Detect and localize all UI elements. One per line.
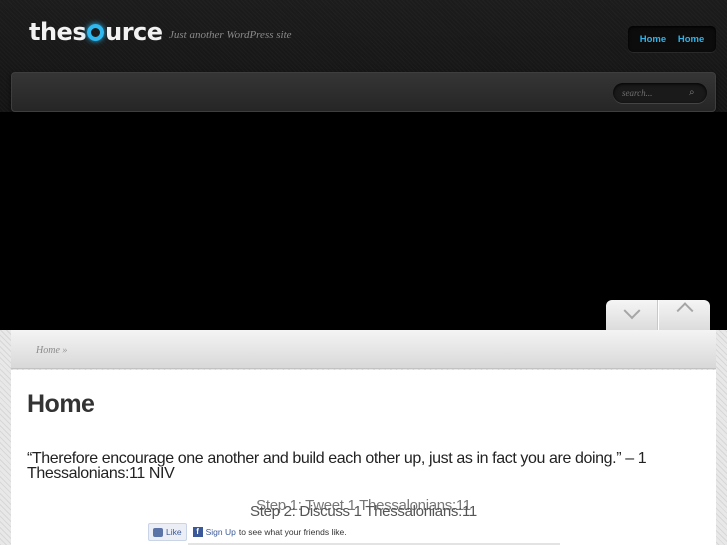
facebook-like-button[interactable]: Like — [148, 523, 187, 541]
search-box: ⌕ — [613, 83, 707, 103]
facebook-like-widget: Like f Sign Up to see what your friends … — [148, 521, 560, 543]
logo-o-ring-icon — [87, 24, 105, 41]
facebook-icon: f — [192, 527, 203, 537]
main-content: Home “Therefore encourage one another an… — [11, 370, 716, 545]
facebook-signup-link[interactable]: Sign Up — [206, 527, 236, 537]
logo-text-end: urce — [105, 18, 163, 46]
page-title: Home — [27, 390, 95, 418]
slider-up-button[interactable] — [658, 300, 710, 330]
site-logo[interactable]: thes urce — [29, 18, 163, 46]
like-label: Like — [166, 527, 182, 537]
breadcrumb-bar: Home » — [11, 330, 716, 369]
site-header: thes urce Just another WordPress site Hom… — [0, 0, 727, 112]
nav-item-home-2[interactable]: Home — [678, 34, 704, 45]
chevron-down-icon — [623, 302, 640, 320]
slider-controls — [606, 300, 710, 330]
search-icon[interactable]: ⌕ — [689, 87, 701, 99]
secondary-toolbar: ⌕ — [11, 72, 716, 112]
slider-down-button[interactable] — [606, 300, 658, 330]
step-2-text: Step 2: Discuss 1 Thessalonians:11 — [250, 503, 477, 520]
search-input[interactable] — [613, 84, 689, 102]
logo-text-start: thes — [29, 18, 87, 46]
thumbs-up-icon — [153, 527, 163, 537]
site-tagline: Just another WordPress site — [169, 29, 292, 41]
breadcrumb[interactable]: Home » — [36, 345, 67, 356]
featured-slider — [0, 112, 727, 330]
main-nav: Home Home — [628, 26, 716, 52]
scripture-quote: “Therefore encourage one another and bui… — [27, 450, 647, 482]
nav-item-home-1[interactable]: Home — [640, 34, 666, 45]
facebook-signup-suffix: to see what your friends like. — [238, 527, 347, 537]
chevron-up-icon — [676, 302, 693, 320]
